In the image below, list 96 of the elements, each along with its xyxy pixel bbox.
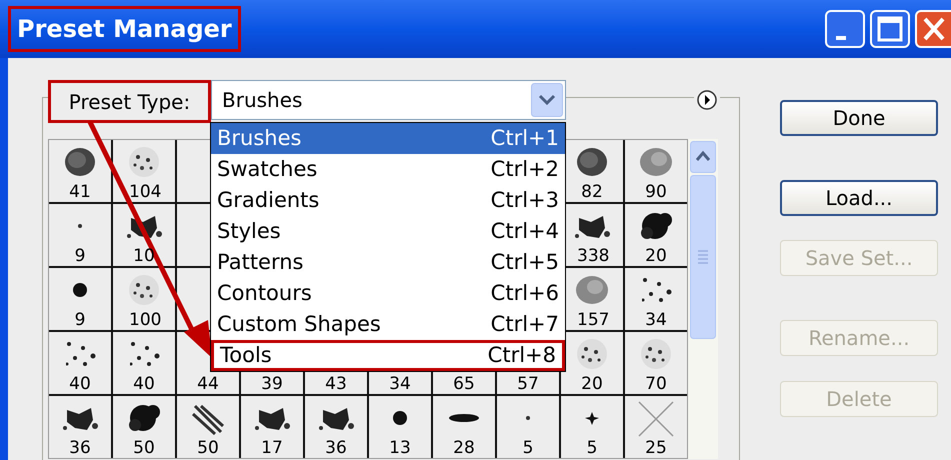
- brush-size-label: 43: [324, 375, 348, 394]
- brush-size-label: 82: [580, 183, 604, 202]
- brush-size-label: 36: [68, 439, 92, 458]
- brush-cell[interactable]: 5: [561, 396, 623, 458]
- brush-size-label: 50: [196, 439, 220, 458]
- brush-size-label: 28: [452, 439, 476, 458]
- brush-cell[interactable]: 10: [113, 204, 175, 266]
- brush-cell[interactable]: 100: [113, 268, 175, 330]
- brush-size-label: 34: [644, 311, 668, 330]
- brush-size-label: 13: [388, 439, 412, 458]
- brush-size-label: 20: [580, 375, 604, 394]
- brush-tip-icon: [62, 408, 99, 430]
- brush-cell[interactable]: 90: [625, 140, 687, 202]
- brush-size-label: 41: [68, 183, 92, 202]
- brush-tip-icon: [191, 404, 225, 436]
- brush-size-label: 65: [452, 375, 476, 394]
- brush-tip-icon: [525, 415, 531, 421]
- brush-tip-icon: [641, 339, 671, 369]
- brush-size-label: 57: [516, 375, 540, 394]
- menu-arrow-button[interactable]: [697, 90, 717, 110]
- brush-cell[interactable]: 41: [49, 140, 111, 202]
- brush-size-label: 40: [68, 375, 92, 394]
- maximize-button[interactable]: [870, 10, 910, 48]
- brush-tip-icon: [576, 276, 608, 304]
- brush-cell[interactable]: 50: [177, 396, 239, 458]
- brush-tip-icon: [129, 405, 161, 432]
- brush-cell[interactable]: 34: [625, 268, 687, 330]
- close-button[interactable]: [915, 10, 951, 48]
- brush-size-label: 10: [132, 247, 156, 266]
- brush-cell[interactable]: 50: [113, 396, 175, 458]
- brush-tip-icon: [129, 147, 159, 177]
- brush-size-label: 9: [74, 247, 86, 266]
- brush-tip-icon: [393, 411, 407, 425]
- dropdown-item[interactable]: Tools Ctrl+8: [211, 340, 565, 371]
- dropdown-item[interactable]: Brushes Ctrl+1: [211, 123, 565, 154]
- brush-tip-icon: [65, 148, 95, 176]
- minimize-button[interactable]: [825, 10, 865, 48]
- brush-cell[interactable]: 36: [305, 396, 367, 458]
- chevron-down-icon: [531, 83, 563, 117]
- brush-cell[interactable]: 20: [625, 204, 687, 266]
- dialog-button[interactable]: Load...: [780, 180, 938, 216]
- brush-size-label: 70: [644, 375, 668, 394]
- brush-tip-icon: [126, 216, 163, 238]
- brush-cell[interactable]: 40: [49, 332, 111, 394]
- brush-size-label: 25: [644, 439, 668, 458]
- brush-tip-icon: [585, 412, 599, 425]
- brush-tip-icon: [638, 401, 674, 437]
- brush-size-label: 9: [74, 311, 86, 330]
- brush-size-label: 44: [196, 375, 220, 394]
- brush-cell[interactable]: 28: [433, 396, 495, 458]
- brush-cell[interactable]: 5: [497, 396, 559, 458]
- brush-size-label: 50: [132, 439, 156, 458]
- brush-tip-icon: [574, 216, 611, 238]
- brush-tip-icon: [73, 283, 87, 297]
- brush-cell[interactable]: 17: [241, 396, 303, 458]
- brush-tip-icon: [641, 213, 673, 240]
- brush-tip-icon: [642, 277, 672, 303]
- brush-size-label: 338: [577, 247, 607, 266]
- scrollbar[interactable]: [688, 139, 718, 459]
- brush-cell[interactable]: 20: [561, 332, 623, 394]
- brush-cell[interactable]: 104: [113, 140, 175, 202]
- scroll-thumb[interactable]: [690, 175, 716, 339]
- preset-type-label: Preset Type:: [48, 80, 211, 123]
- brush-cell[interactable]: 9: [49, 204, 111, 266]
- brush-size-label: 17: [260, 439, 284, 458]
- brush-size-label: 40: [132, 375, 156, 394]
- brush-size-label: 100: [129, 311, 159, 330]
- brush-cell[interactable]: 36: [49, 396, 111, 458]
- window-title: Preset Manager: [8, 6, 241, 52]
- brush-cell[interactable]: 40: [113, 332, 175, 394]
- brush-tip-icon: [640, 148, 672, 176]
- brush-size-label: 39: [260, 375, 284, 394]
- brush-tip-icon: [577, 339, 607, 369]
- brush-tip-icon: [66, 341, 96, 367]
- brush-tip-icon: [577, 148, 607, 176]
- brush-cell[interactable]: 13: [369, 396, 431, 458]
- brush-tip-icon: [254, 408, 291, 430]
- brush-size-label: 20: [644, 247, 668, 266]
- brush-tip-icon: [77, 223, 83, 229]
- brush-cell[interactable]: 70: [625, 332, 687, 394]
- brush-tip-icon: [318, 408, 355, 430]
- brush-size-label: 104: [129, 183, 159, 202]
- brush-size-label: 5: [522, 439, 534, 458]
- brush-size-label: 34: [388, 375, 412, 394]
- brush-size-label: 5: [586, 439, 598, 458]
- brush-cell[interactable]: 9: [49, 268, 111, 330]
- brush-tip-icon: [130, 341, 160, 367]
- dialog-button[interactable]: Done: [780, 100, 938, 136]
- brush-tip-icon: [449, 414, 479, 422]
- scroll-up-button[interactable]: [690, 141, 716, 173]
- brush-size-label: 90: [644, 183, 668, 202]
- preset-type-dropdown[interactable]: Brushes: [211, 80, 566, 120]
- brush-size-label: 157: [577, 311, 607, 330]
- brush-tip-icon: [129, 275, 159, 305]
- brush-cell[interactable]: 25: [625, 396, 687, 458]
- brush-size-label: 36: [324, 439, 348, 458]
